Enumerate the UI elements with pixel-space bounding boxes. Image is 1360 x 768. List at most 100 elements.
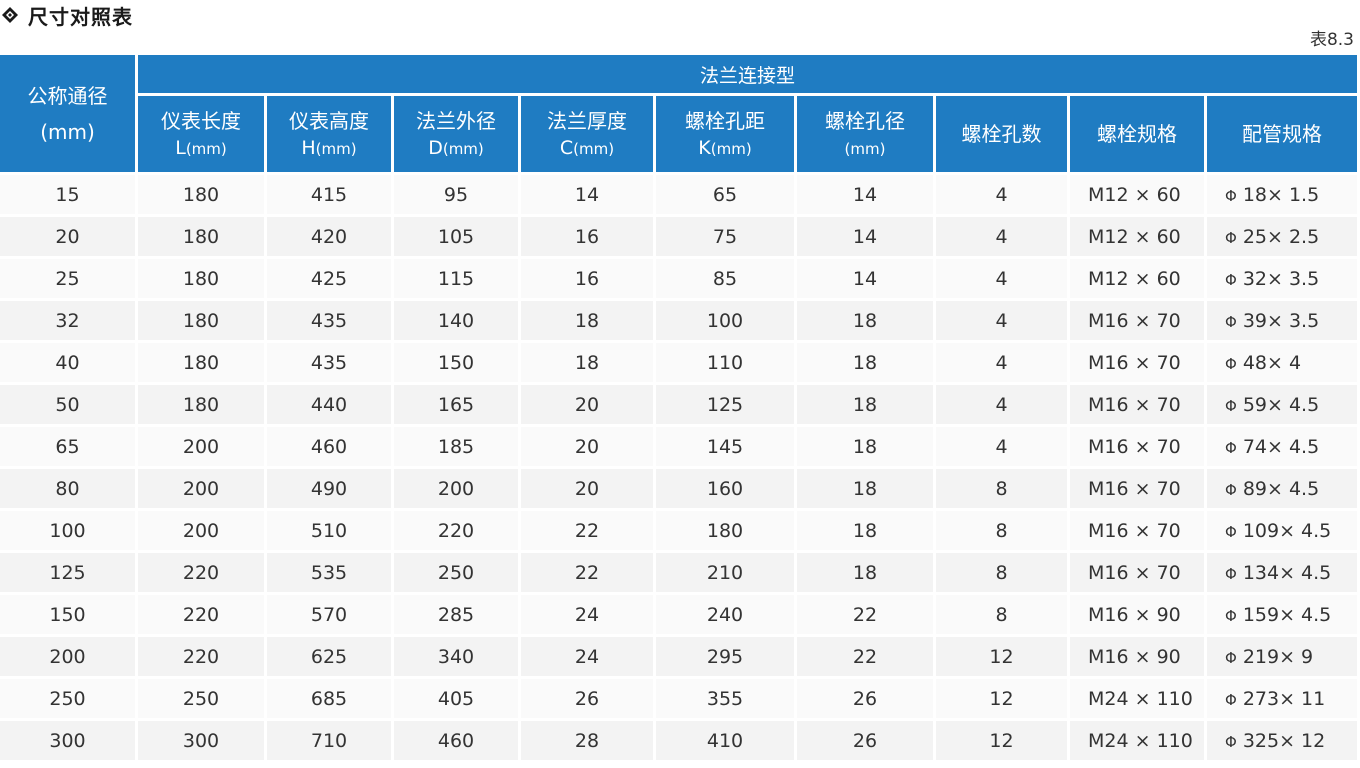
pipe-spec-cell: Φ 74× 4.5 [1207,427,1357,466]
table-cell: 200 [394,469,518,508]
table-cell: 490 [267,469,391,508]
table-cell: 20 [521,469,653,508]
pipe-spec-cell: Φ 32× 3.5 [1207,259,1357,298]
column-header-symbol: L [175,136,186,159]
table-cell: 18 [797,385,933,424]
table-cell: M12 × 60 [1070,217,1204,256]
column-header-unit-line: D(mm) [394,134,518,161]
table-cell: 200 [0,637,135,676]
pipe-spec-value: 74× 4.5 [1242,435,1320,458]
pipe-spec-cell: Φ 219× 9 [1207,637,1357,676]
table-cell: 180 [138,385,264,424]
table-cell: 18 [797,427,933,466]
column-header-label: 螺栓孔数 [961,122,1042,146]
table-cell: 180 [138,217,264,256]
column-header-unit: (mm) [185,139,227,158]
column-header-unit-line: L(mm) [138,134,264,161]
table-cell: 295 [656,637,794,676]
phi-symbol: Φ [1225,690,1237,709]
phi-symbol: Φ [1225,732,1237,751]
table-cell: 18 [797,553,933,592]
pipe-spec-value: 25× 2.5 [1242,225,1320,248]
table-cell: 220 [138,595,264,634]
table-row: 65 200 460 185 20 145 18 4 M16 × 70 Φ 74× 4.5 [0,427,1357,466]
table-cell: 180 [656,511,794,550]
table-cell: 180 [138,259,264,298]
table-row: 200 220 625 340 24 295 22 12 M16 × 90 Φ 219× 9 [0,637,1357,676]
table-cell: 22 [797,637,933,676]
table-cell: 95 [394,175,518,214]
table-cell: M12 × 60 [1070,259,1204,298]
pipe-spec-value: 39× 3.5 [1242,309,1320,332]
column-header-unit-line: C(mm) [521,134,653,161]
nominal-diameter-header: 公称通径 (mm) [0,55,135,172]
pipe-spec-value: 134× 4.5 [1242,561,1332,584]
table-row: 32 180 435 140 18 100 18 4 M16 × 70 Φ 39× 3.5 [0,301,1357,340]
flange-connection-group-header: 法兰连接型 [138,55,1357,93]
size-comparison-table: 公称通径 (mm) 法兰连接型 仪表长度 L(mm) 仪表高度 H(mm) 法兰外径 D(… [0,52,1360,763]
table-cell: 100 [656,301,794,340]
table-cell: 435 [267,343,391,382]
table-cell: M12 × 60 [1070,175,1204,214]
phi-symbol: Φ [1225,606,1237,625]
table-body: 15 180 415 95 14 65 14 4 M12 × 60 Φ 18× 1.5 20 180 42… [0,175,1357,760]
column-header-label: 螺栓孔距 [685,108,765,133]
table-cell: 8 [936,595,1067,634]
pipe-spec-cell: Φ 134× 4.5 [1207,553,1357,592]
table-cell: 160 [656,469,794,508]
table-cell: 24 [521,595,653,634]
column-header: 螺栓孔数 [936,96,1067,172]
column-header-label: 法兰外径 [416,108,496,133]
table-cell: 20 [0,217,135,256]
table-cell: 22 [521,553,653,592]
column-header-unit-line: H(mm) [267,134,391,161]
pipe-spec-value: 89× 4.5 [1242,477,1320,500]
table-cell: 220 [394,511,518,550]
table-cell: 26 [521,679,653,718]
table-cell: 12 [936,637,1067,676]
table-cell: 165 [394,385,518,424]
table-cell: 18 [797,343,933,382]
table-cell: 150 [394,343,518,382]
table-cell: 16 [521,217,653,256]
table-cell: 150 [0,595,135,634]
table-cell: 14 [797,259,933,298]
table-cell: 4 [936,343,1067,382]
table-cell: 14 [797,217,933,256]
column-header-unit: (mm) [573,139,615,158]
table-cell: 240 [656,595,794,634]
table-cell: 32 [0,301,135,340]
table-cell: M16 × 70 [1070,469,1204,508]
table-cell: 250 [0,679,135,718]
table-cell: 75 [656,217,794,256]
table-cell: 405 [394,679,518,718]
table-cell: M16 × 70 [1070,427,1204,466]
table-cell: 8 [936,469,1067,508]
table-cell: M16 × 90 [1070,595,1204,634]
pipe-spec-value: 18× 1.5 [1242,183,1320,206]
table-cell: 145 [656,427,794,466]
table-cell: 185 [394,427,518,466]
phi-symbol: Φ [1225,396,1237,415]
table-cell: 85 [656,259,794,298]
table-cell: 18 [797,511,933,550]
pipe-spec-value: 48× 4 [1242,351,1302,374]
table-cell: 625 [267,637,391,676]
table-cell: 18 [797,469,933,508]
table-cell: M16 × 70 [1070,301,1204,340]
pipe-spec-value: 325× 12 [1242,729,1326,752]
column-header-label: 法兰厚度 [547,108,627,133]
table-cell: 12 [936,679,1067,718]
table-row: 50 180 440 165 20 125 18 4 M16 × 70 Φ 59× 4.5 [0,385,1357,424]
pipe-spec-cell: Φ 159× 4.5 [1207,595,1357,634]
column-header-label: 仪表长度 [161,108,241,133]
table-cell: M16 × 70 [1070,511,1204,550]
table-cell: 80 [0,469,135,508]
table-cell: 570 [267,595,391,634]
table-cell: 710 [267,721,391,760]
column-header-unit: (mm) [844,140,886,158]
column-header: 仪表长度 L(mm) [138,96,264,172]
pipe-spec-value: 273× 11 [1242,687,1326,710]
column-header-unit: (mm) [710,139,752,158]
table-cell: 110 [656,343,794,382]
